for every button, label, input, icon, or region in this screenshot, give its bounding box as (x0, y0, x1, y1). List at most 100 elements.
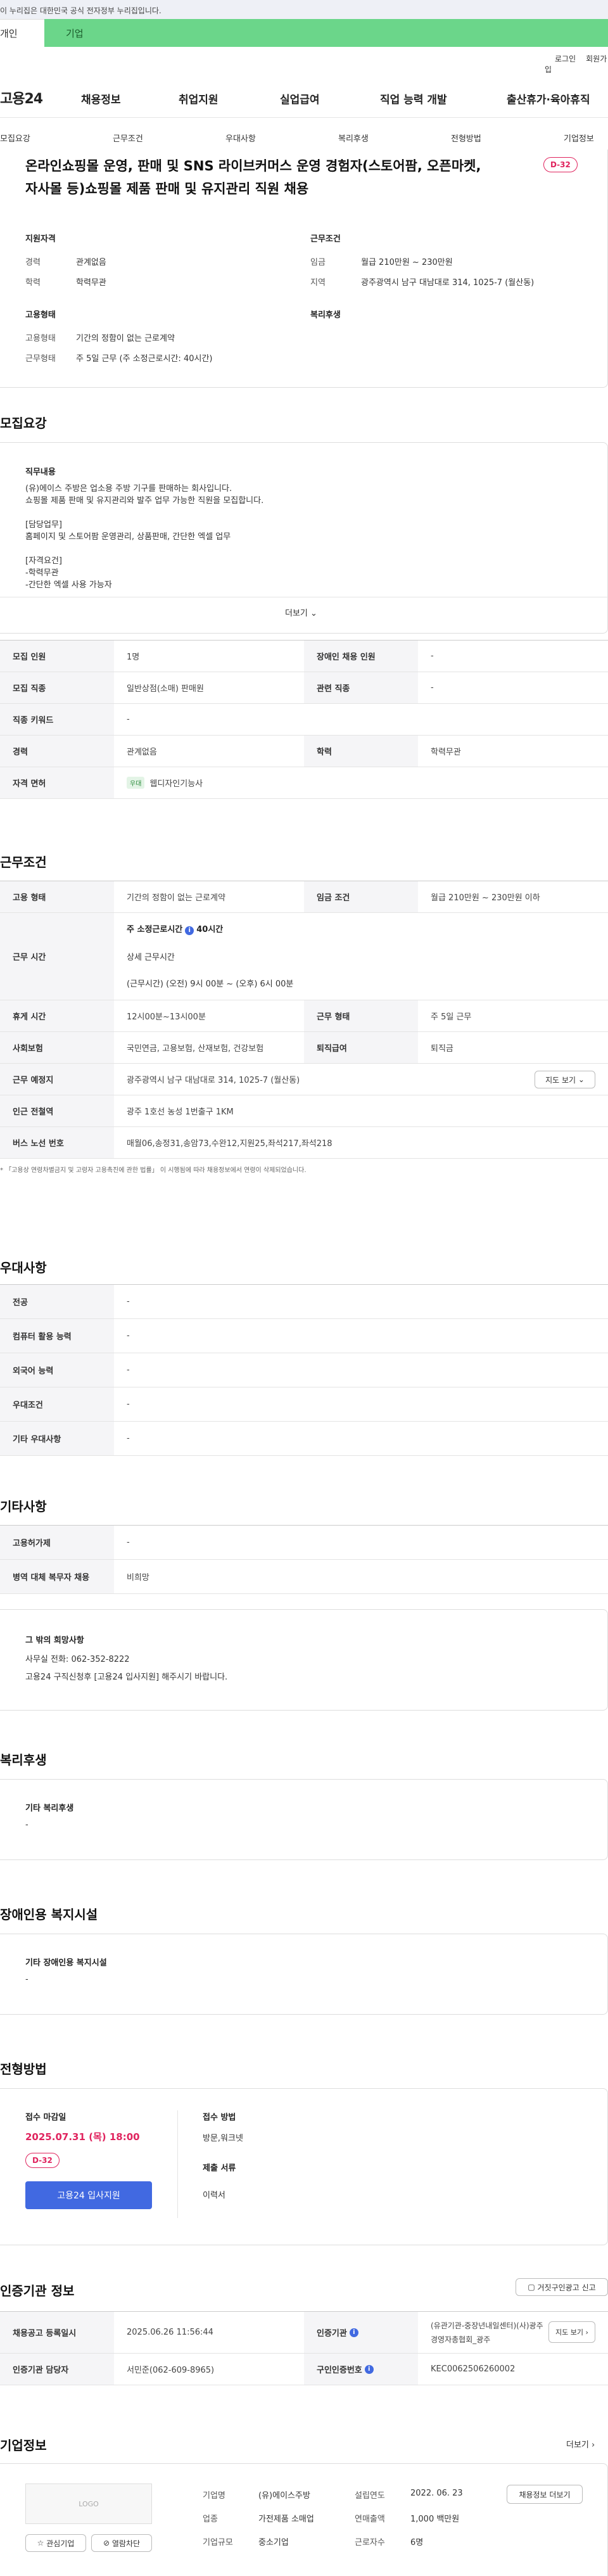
duty-line: 홈페이지 및 스토어팜 운영관리, 상품판매, 간단한 엑셀 업무 (25, 532, 231, 542)
form-value: 주 5일 근무 (431, 1012, 472, 1022)
process-card (0, 2088, 608, 2245)
gnb-item-training[interactable]: 직업 능력 개발 (380, 91, 447, 106)
preference-heading: 우대사항 (0, 1260, 47, 1275)
company-jobs-button[interactable]: 채용정보 더보기 (507, 2485, 583, 2504)
severance-label: 퇴직급여 (304, 1032, 418, 1063)
region-label: 지역 (310, 278, 326, 288)
subway-value: 광주 1호선 농성 1번출구 1KM (127, 1107, 234, 1117)
section-nav-company[interactable]: 기업정보 (564, 132, 594, 144)
related-value: - (431, 683, 434, 692)
org-value: (유관기관-중장년내일센터)(사)광주경영자총협회_광주 (431, 2321, 543, 2344)
utility-links: 로그인 회원가입 (545, 53, 608, 75)
pref-row-value: - (127, 1331, 130, 1341)
related-label: 관련 직종 (304, 672, 418, 703)
company-heading: 기업정보 (0, 2438, 47, 2453)
insurance-value: 국민연금, 고용보험, 산재보험, 건강보험 (127, 1044, 264, 1054)
divider (177, 2110, 178, 2218)
apply-button[interactable]: 고용24 입사지원 (25, 2181, 152, 2209)
duty-line (25, 543, 405, 555)
license-value: 우대 웹디자인기능사 (127, 767, 203, 798)
duty-line: -학력무관 (25, 568, 59, 578)
duty-line: (유)에이스 주방은 업소용 주방 기구를 판매하는 회사입니다. (25, 484, 232, 494)
chevron-down-icon: ⌄ (578, 1075, 585, 1084)
docs-value: 이력서 (203, 2191, 225, 2200)
report-button[interactable]: ▢ 거짓구인광고 신고 (516, 2278, 608, 2296)
work-form-value: 주 5일 근무 (주 소정근로시간: 40시간) (76, 354, 213, 364)
place-label: 근무 예정지 (0, 1064, 114, 1095)
login-link[interactable]: 로그인 (555, 54, 576, 63)
recruit-heading: 모집요강 (0, 416, 47, 431)
welfare-value: - (25, 1820, 28, 1830)
section-nav-recruit[interactable]: 모집요강 (0, 132, 30, 144)
duty-line (25, 507, 405, 519)
welfare-title: 복리후생 (310, 310, 341, 320)
cert-heading: 인증기관 정보 (0, 2283, 75, 2299)
gnb-item-jobs[interactable]: 채용정보 (81, 91, 121, 106)
facility-value: - (25, 1975, 28, 1984)
welfare-sub: 기타 복리후생 (25, 1804, 74, 1813)
headcount-label: 모집 인원 (0, 641, 114, 672)
company-more-link[interactable]: 더보기 › (566, 2438, 595, 2450)
section-nav-process[interactable]: 전형방법 (451, 132, 481, 144)
career-row-value: 관계없음 (127, 748, 157, 757)
industry-value: 가전제품 소매업 (258, 2515, 314, 2524)
pref-row-value: - (127, 1297, 130, 1306)
etc-heading: 기타사항 (0, 1499, 47, 1514)
map-button[interactable]: 지도 보기 ⌄ (535, 1071, 595, 1088)
facility-card (0, 1934, 608, 2015)
pref-row-label: 외국어 능력 (0, 1353, 114, 1387)
join-link[interactable]: 회원가입 (545, 54, 607, 74)
worktime-label: 근무 시간 (0, 913, 114, 1000)
reg-value: 2025.06.26 11:56:44 (127, 2328, 213, 2337)
etc-row-label: 병역 대체 복무자 채용 (0, 1560, 114, 1593)
qualification-title: 지원자격 (25, 234, 56, 244)
org-label: 인증기관 i (304, 2312, 418, 2353)
doc-icon: ▢ (528, 2283, 535, 2292)
pref-row-label: 우대조건 (0, 1387, 114, 1421)
cert-id-value: KEC0062506260002 (431, 2364, 516, 2374)
welfare-card (0, 1779, 608, 1860)
org-map-button[interactable]: 지도 보기 › (548, 2321, 595, 2343)
facility-heading: 장애인용 복지시설 (0, 1907, 98, 1922)
manager-label: 인증기관 담당자 (0, 2354, 114, 2385)
license-label: 자격 면허 (0, 767, 114, 798)
more-button[interactable]: 더보기 ⌄ (285, 606, 317, 618)
info-icon[interactable]: i (185, 926, 194, 935)
gnb-item-parental-leave[interactable]: 출산휴가·육아휴직 (507, 91, 590, 106)
other-wishes-title: 그 밖의 희망사항 (25, 1636, 84, 1645)
docs-label: 제출 서류 (203, 2164, 236, 2173)
employment-type-title: 고용형태 (25, 310, 56, 320)
section-nav-preference[interactable]: 우대사항 (225, 132, 256, 144)
employment-type-label: 고용형태 (25, 334, 56, 343)
tab-individual[interactable]: 개인 (0, 19, 44, 47)
bus-value: 매월06,송정31,송암73,수완12,지원25,좌석217,좌석218 (127, 1139, 332, 1149)
section-nav-welfare[interactable]: 복리후생 (338, 132, 369, 144)
work-form-label: 근무형태 (25, 354, 56, 364)
employees-label: 근로자수 (355, 2538, 385, 2547)
employees-value: 6명 (410, 2538, 424, 2547)
deadline-label: 접수 마감일 (25, 2113, 66, 2122)
method-label: 접수 방법 (203, 2113, 236, 2122)
info-icon[interactable]: i (349, 2328, 358, 2337)
info-icon[interactable]: i (364, 2364, 374, 2374)
gnb-item-employment-support[interactable]: 취업지원 (179, 91, 218, 106)
weekly-hours: 주 소정근로시간 i 40시간 (127, 925, 224, 935)
process-heading: 전형방법 (0, 2062, 47, 2077)
block-button[interactable]: ⊘ 열람차단 (91, 2534, 152, 2552)
cert-id-label: 구인인증번호 i (304, 2354, 418, 2385)
conditions-title: 근무조건 (310, 234, 341, 244)
site-logo[interactable]: 고용24 (0, 87, 43, 108)
tab-business[interactable]: 기업 (44, 19, 608, 47)
employment-type-value: 기간의 정함이 없는 근로계약 (76, 334, 175, 343)
gnb-item-unemployment[interactable]: 실업급여 (280, 91, 320, 106)
favorite-button[interactable]: ☆ 관심기업 (25, 2534, 86, 2552)
size-value: 중소기업 (258, 2538, 289, 2547)
etc-row-label: 고용허가제 (0, 1526, 114, 1559)
etc-row-value: 비희망 (127, 1573, 149, 1583)
section-nav-conditions[interactable]: 근무조건 (113, 132, 143, 144)
wage-value: 월급 210만원 ~ 230만원 (361, 258, 453, 267)
break-label: 휴게 시간 (0, 1000, 114, 1031)
facility-sub: 기타 장애인용 복지시설 (25, 1958, 107, 1968)
headcount-value: 1명 (127, 653, 140, 662)
other-wishes-line: 고용24 구직신청후 [고용24 입사지원] 해주시기 바랍니다. (25, 1673, 228, 1682)
